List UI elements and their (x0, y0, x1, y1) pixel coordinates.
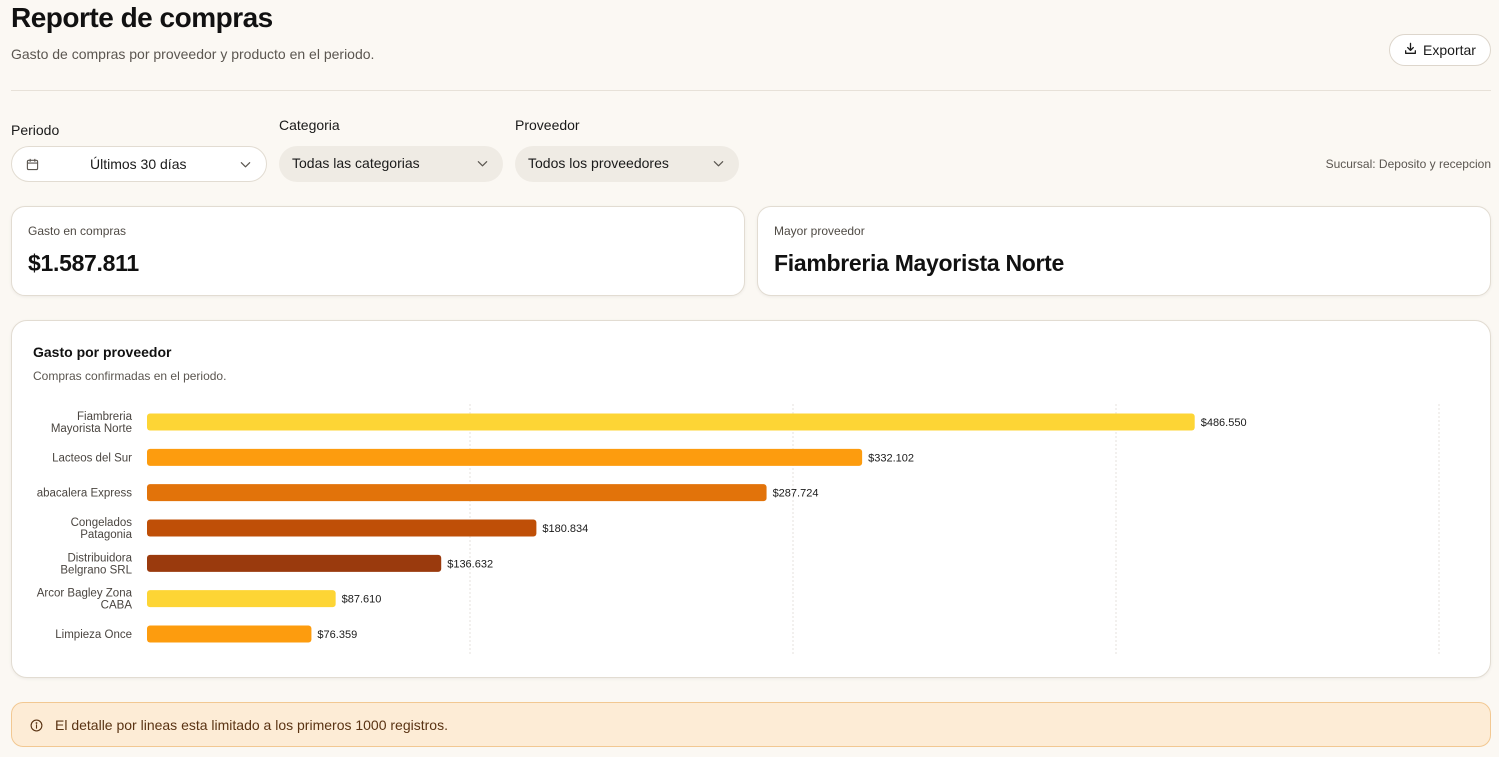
kpi-label: Mayor proveedor (774, 224, 865, 238)
bar (147, 448, 863, 466)
data-label: $180.834 (542, 523, 588, 535)
bar (147, 413, 1195, 431)
page-title: Reporte de compras (11, 2, 273, 33)
period-select[interactable]: Últimos 30 días (11, 146, 267, 182)
supplier-select[interactable]: Todos los proveedores (515, 146, 739, 182)
kpi-value: Fiambreria Mayorista Norte (774, 250, 1065, 276)
chart-card: Gasto por proveedor Compras confirmadas … (11, 320, 1491, 678)
download-icon (1404, 42, 1417, 58)
category-label: Categoria (279, 117, 340, 133)
kpi-card-spend: Gasto en compras $1.587.811 (11, 206, 745, 296)
bar (147, 484, 767, 502)
notice-text: El detalle por lineas esta limitado a lo… (55, 717, 448, 733)
bar (147, 590, 336, 608)
bar (147, 554, 442, 572)
data-label: $332.102 (868, 452, 914, 464)
data-label: $87.610 (342, 594, 382, 606)
category-label: Arcor Bagley Zona CABA (37, 588, 133, 612)
supplier-bar-chart: $486.550 Fiambreria Mayorista Norte $332.10… (37, 404, 1440, 654)
supplier-value: Todos los proveedores (528, 155, 669, 171)
category-label: Lacteos del Sur (52, 452, 132, 464)
category-label: Limpieza Once (55, 629, 132, 641)
period-value: Últimos 30 días (90, 156, 187, 172)
category-label: Fiambreria Mayorista Norte (51, 411, 133, 435)
category-label: Congelados Patagonia (71, 517, 133, 541)
bar (147, 519, 537, 537)
category-label: Distribuidora Belgrano SRL (60, 552, 132, 576)
data-label: $486.550 (1201, 417, 1247, 429)
data-label: $136.632 (447, 558, 493, 570)
branch-info: Sucursal: Deposito y recepcion (1325, 157, 1491, 171)
page-subtitle: Gasto de compras por proveedor y product… (11, 46, 375, 62)
export-button[interactable]: Exportar (1389, 34, 1491, 66)
category-select[interactable]: Todas las categorias (279, 146, 503, 182)
header-divider (11, 90, 1491, 91)
data-label: $287.724 (773, 488, 819, 500)
category-label: abacalera Express (37, 488, 132, 500)
limit-notice: El detalle por lineas esta limitado a lo… (11, 702, 1491, 747)
period-label: Periodo (11, 122, 60, 138)
supplier-label: Proveedor (515, 117, 580, 133)
category-value: Todas las categorias (292, 155, 420, 171)
data-label: $76.359 (317, 629, 357, 641)
kpi-value: $1.587.811 (28, 250, 139, 276)
bar (147, 625, 312, 643)
kpi-label: Gasto en compras (28, 224, 127, 238)
kpi-card-top-supplier: Mayor proveedor Fiambreria Mayorista Nor… (757, 206, 1491, 296)
export-label: Exportar (1423, 42, 1476, 58)
